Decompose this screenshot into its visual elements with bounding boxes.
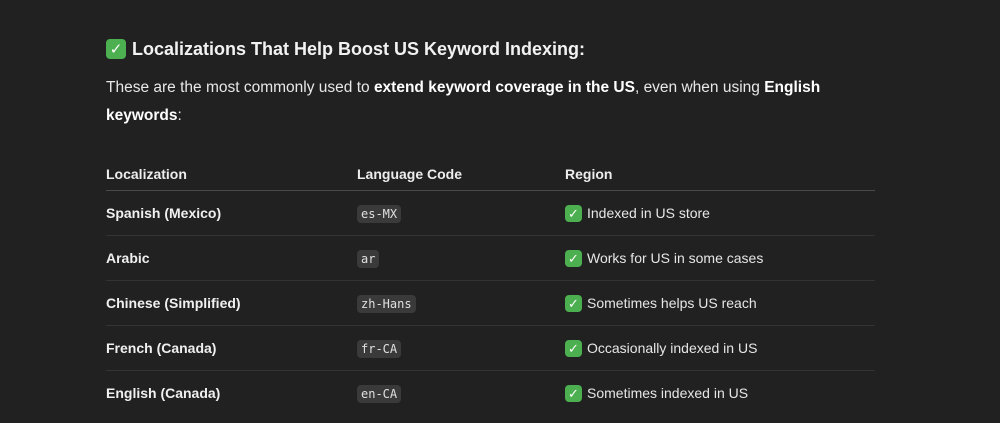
region-cell: ✓ Sometimes indexed in US bbox=[565, 371, 875, 416]
language-code: es-MX bbox=[357, 205, 402, 223]
table-row: French (Canada) fr-CA ✓ Occasionally inde… bbox=[106, 325, 875, 371]
check-mark-icon: ✓ bbox=[565, 249, 582, 267]
section-heading: ✓ Localizations That Help Boost US Keywo… bbox=[106, 34, 876, 64]
region-cell: ✓ Works for US in some cases bbox=[565, 235, 875, 281]
localization-cell: Spanish (Mexico) bbox=[106, 190, 357, 236]
check-mark-icon: ✓ bbox=[565, 294, 582, 312]
language-code: ar bbox=[357, 250, 380, 268]
intro-text: : bbox=[177, 107, 182, 124]
language-code-cell: ar bbox=[357, 235, 565, 281]
language-code-cell: fr-CA bbox=[357, 325, 565, 371]
language-code-cell: en-CA bbox=[357, 371, 565, 416]
column-header-region: Region bbox=[565, 158, 875, 191]
language-code-cell: zh-Hans bbox=[357, 280, 565, 326]
region-text: Sometimes indexed in US bbox=[587, 385, 749, 401]
table-row: Chinese (Simplified) zh-Hans ✓ Sometimes … bbox=[106, 280, 875, 326]
intro-paragraph: These are the most commonly used to exte… bbox=[106, 74, 866, 130]
intro-text: , even when using bbox=[634, 79, 765, 96]
chat-message: ✓ Localizations That Help Boost US Keywo… bbox=[106, 34, 876, 415]
region-text: Works for US in some cases bbox=[587, 250, 764, 266]
region-text: Occasionally indexed in US bbox=[587, 340, 758, 356]
check-mark-icon: ✓ bbox=[565, 204, 582, 222]
check-mark-icon: ✓ bbox=[106, 39, 126, 59]
column-header-localization: Localization bbox=[106, 158, 357, 191]
region-text: Sometimes helps US reach bbox=[587, 295, 757, 311]
column-header-language-code: Language Code bbox=[357, 158, 565, 191]
localization-table: Localization Language Code Region Spanis… bbox=[106, 158, 875, 415]
check-mark-icon: ✓ bbox=[565, 339, 582, 357]
intro-text: These are the most commonly used to bbox=[106, 79, 374, 96]
language-code: fr-CA bbox=[357, 340, 402, 358]
language-code: zh-Hans bbox=[357, 295, 416, 313]
intro-bold-text: extend keyword coverage in the US bbox=[373, 79, 635, 96]
region-cell: ✓ Sometimes helps US reach bbox=[565, 280, 875, 326]
table-row: Arabic ar ✓ Works for US in some cases bbox=[106, 235, 875, 281]
table-row: English (Canada) en-CA ✓ Sometimes indexe… bbox=[106, 371, 875, 416]
section-heading-text: Localizations That Help Boost US Keyword… bbox=[132, 38, 586, 59]
localization-cell: English (Canada) bbox=[106, 385, 221, 401]
table-header-row: Localization Language Code Region bbox=[106, 158, 875, 191]
localization-cell: Arabic bbox=[106, 235, 357, 281]
region-text: Indexed in US store bbox=[587, 205, 710, 221]
localization-cell: French (Canada) bbox=[106, 325, 357, 371]
localization-cell: Chinese (Simplified) bbox=[106, 280, 357, 326]
check-mark-icon: ✓ bbox=[565, 384, 582, 402]
region-cell: ✓ Occasionally indexed in US bbox=[565, 325, 875, 371]
region-cell: ✓ Indexed in US store bbox=[565, 190, 875, 236]
language-code: en-CA bbox=[357, 385, 402, 403]
table-row: Spanish (Mexico) es-MX ✓ Indexed in US st… bbox=[106, 190, 875, 236]
language-code-cell: es-MX bbox=[357, 190, 565, 236]
